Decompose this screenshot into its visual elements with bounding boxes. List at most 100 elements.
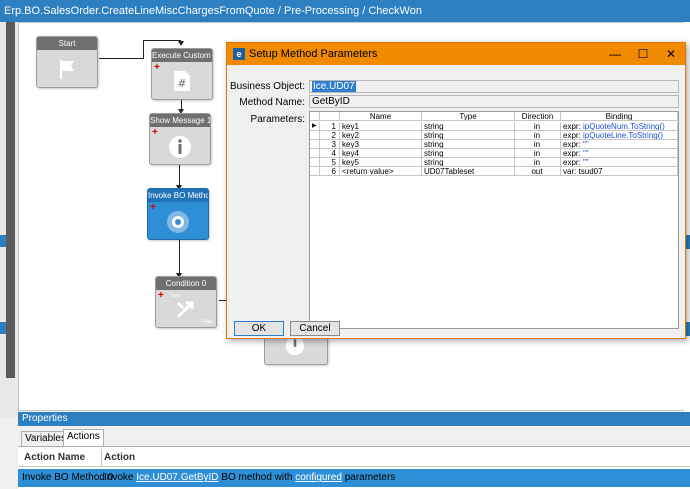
business-object-label: Business Object: (229, 81, 305, 92)
maximize-icon[interactable]: ☐ (629, 45, 657, 63)
column-direction[interactable]: Direction (515, 112, 561, 121)
param-binding-cell[interactable]: expr: ipQuoteLine.ToString() (561, 131, 678, 140)
row-selector[interactable]: ▶ (310, 122, 320, 131)
parameter-row[interactable]: 6 <return value> UD07Tableset out var: tsud0… (310, 167, 678, 176)
column-divider (101, 449, 102, 467)
param-type-cell[interactable]: string (422, 131, 515, 140)
method-link[interactable]: Ice.UD07.GetByID (136, 472, 218, 483)
action-text: Invoke (104, 472, 137, 483)
business-object-value: Ice.UD07 (312, 81, 356, 92)
parameter-row[interactable]: 3 key3 string in expr: "" (310, 140, 678, 149)
app-icon: e (233, 48, 245, 60)
node-title: Show Message 1 (150, 114, 210, 127)
binding-prefix: var: (563, 167, 579, 176)
row-number[interactable]: 4 (320, 149, 340, 158)
start-node[interactable]: Start (36, 36, 98, 88)
row-selector[interactable] (310, 131, 320, 140)
param-direction-cell[interactable]: in (515, 122, 561, 131)
param-type-cell[interactable]: string (422, 122, 515, 131)
row-selector[interactable] (310, 149, 320, 158)
param-name-cell[interactable]: key4 (340, 149, 422, 158)
binding-prefix: expr: (563, 131, 584, 140)
param-binding-cell[interactable]: var: tsud07 (561, 167, 678, 176)
dialog-title-bar[interactable]: e Setup Method Parameters — ☐ ✕ (227, 43, 685, 65)
column-type[interactable]: Type (422, 112, 515, 121)
left-scrollbar[interactable] (6, 22, 15, 378)
param-type-cell[interactable]: string (422, 149, 515, 158)
method-name-field[interactable]: GetByID (309, 95, 679, 108)
parameter-row[interactable]: 4 key4 string in expr: "" (310, 149, 678, 158)
arrows-icon (176, 301, 194, 319)
show-message-node[interactable]: Show Message 1 + (149, 113, 211, 165)
parameter-row[interactable]: ▶ 1 key1 string in expr: ipQuoteNum.ToString(… (310, 122, 678, 131)
param-type-cell[interactable]: string (422, 158, 515, 167)
configured-link[interactable]: configured (295, 472, 342, 483)
connector (143, 40, 181, 41)
param-direction-cell[interactable]: in (515, 149, 561, 158)
parameters-label: Parameters: (250, 114, 305, 125)
ok-button[interactable]: OK (234, 321, 284, 336)
execute-custom-code-node[interactable]: Execute Custom Co + # (151, 48, 213, 100)
row-number[interactable]: 1 (320, 122, 340, 131)
row-selector[interactable] (310, 140, 320, 149)
param-binding-cell[interactable]: expr: "" (561, 140, 678, 149)
cancel-button[interactable]: Cancel (290, 321, 340, 336)
binding-link[interactable]: ipQuoteNum.ToString() (583, 122, 665, 130)
row-number[interactable]: 6 (320, 167, 340, 176)
plus-icon: + (158, 290, 164, 301)
param-direction-cell[interactable]: in (515, 158, 561, 167)
binding-link[interactable]: "" (583, 158, 589, 166)
param-type-cell[interactable]: UD07Tableset (422, 167, 515, 176)
param-name-cell[interactable]: key5 (340, 158, 422, 167)
param-name-cell[interactable]: key3 (340, 140, 422, 149)
param-name-cell[interactable]: key1 (340, 122, 422, 131)
connector (99, 58, 143, 59)
row-number[interactable]: 5 (320, 158, 340, 167)
table-row[interactable]: Invoke BO Method 0 Invoke Ice.UD07.GetBy… (18, 469, 690, 487)
tab-actions[interactable]: Actions (63, 429, 104, 446)
action-name-cell: Invoke BO Method 0 (22, 472, 114, 483)
connector (179, 238, 180, 275)
column-name[interactable]: Name (340, 112, 422, 121)
false-label: False (200, 319, 213, 325)
column-action-name[interactable]: Action Name (24, 449, 85, 467)
business-object-field[interactable]: Ice.UD07 (309, 80, 679, 93)
binding-link[interactable]: "" (583, 140, 589, 148)
param-binding-cell[interactable]: expr: ipQuoteNum.ToString() (561, 122, 678, 131)
parameters-header: Name Type Direction Binding (310, 112, 678, 121)
node-title: Start (37, 37, 97, 50)
action-cell: Invoke Ice.UD07.GetByID BO method with c… (104, 469, 395, 487)
binding-link[interactable]: ipQuoteLine.ToString() (583, 131, 663, 139)
node-title: Condition 0 (156, 277, 216, 290)
param-binding-cell[interactable]: expr: "" (561, 149, 678, 158)
param-direction-cell[interactable]: in (515, 131, 561, 140)
binding-link[interactable]: "" (583, 149, 589, 157)
row-number[interactable]: 3 (320, 140, 340, 149)
param-name-cell[interactable]: key2 (340, 131, 422, 140)
properties-tabs: Variables Actions (18, 428, 690, 446)
close-icon[interactable]: ✕ (657, 45, 685, 63)
param-direction-cell[interactable]: in (515, 140, 561, 149)
column-action[interactable]: Action (104, 449, 135, 467)
parameter-row[interactable]: 2 key2 string in expr: ipQuoteLine.ToString(… (310, 131, 678, 140)
setup-method-parameters-dialog: e Setup Method Parameters — ☐ ✕ Business… (226, 42, 686, 339)
row-number[interactable]: 2 (320, 131, 340, 140)
minimize-icon[interactable]: — (601, 45, 629, 63)
invoke-bo-method-node[interactable]: Invoke BO Method + (147, 188, 209, 240)
node-title: Invoke BO Method (148, 189, 208, 202)
param-direction-cell[interactable]: out (515, 167, 561, 176)
binding-prefix: expr: (563, 140, 584, 149)
param-name-cell[interactable]: <return value> (340, 167, 422, 176)
row-selector[interactable] (310, 167, 320, 176)
binding-value: tsud07 (578, 167, 603, 176)
row-selector[interactable] (310, 158, 320, 167)
node-title: Execute Custom Co (152, 49, 212, 62)
connector (143, 40, 144, 59)
param-binding-cell[interactable]: expr: "" (561, 158, 678, 167)
param-type-cell[interactable]: string (422, 140, 515, 149)
binding-prefix: expr: (563, 158, 584, 167)
condition-node[interactable]: Condition 0 + True False (155, 276, 217, 328)
info-icon (169, 136, 191, 158)
parameter-row[interactable]: 5 key5 string in expr: "" (310, 158, 678, 167)
column-binding[interactable]: Binding (561, 112, 678, 121)
